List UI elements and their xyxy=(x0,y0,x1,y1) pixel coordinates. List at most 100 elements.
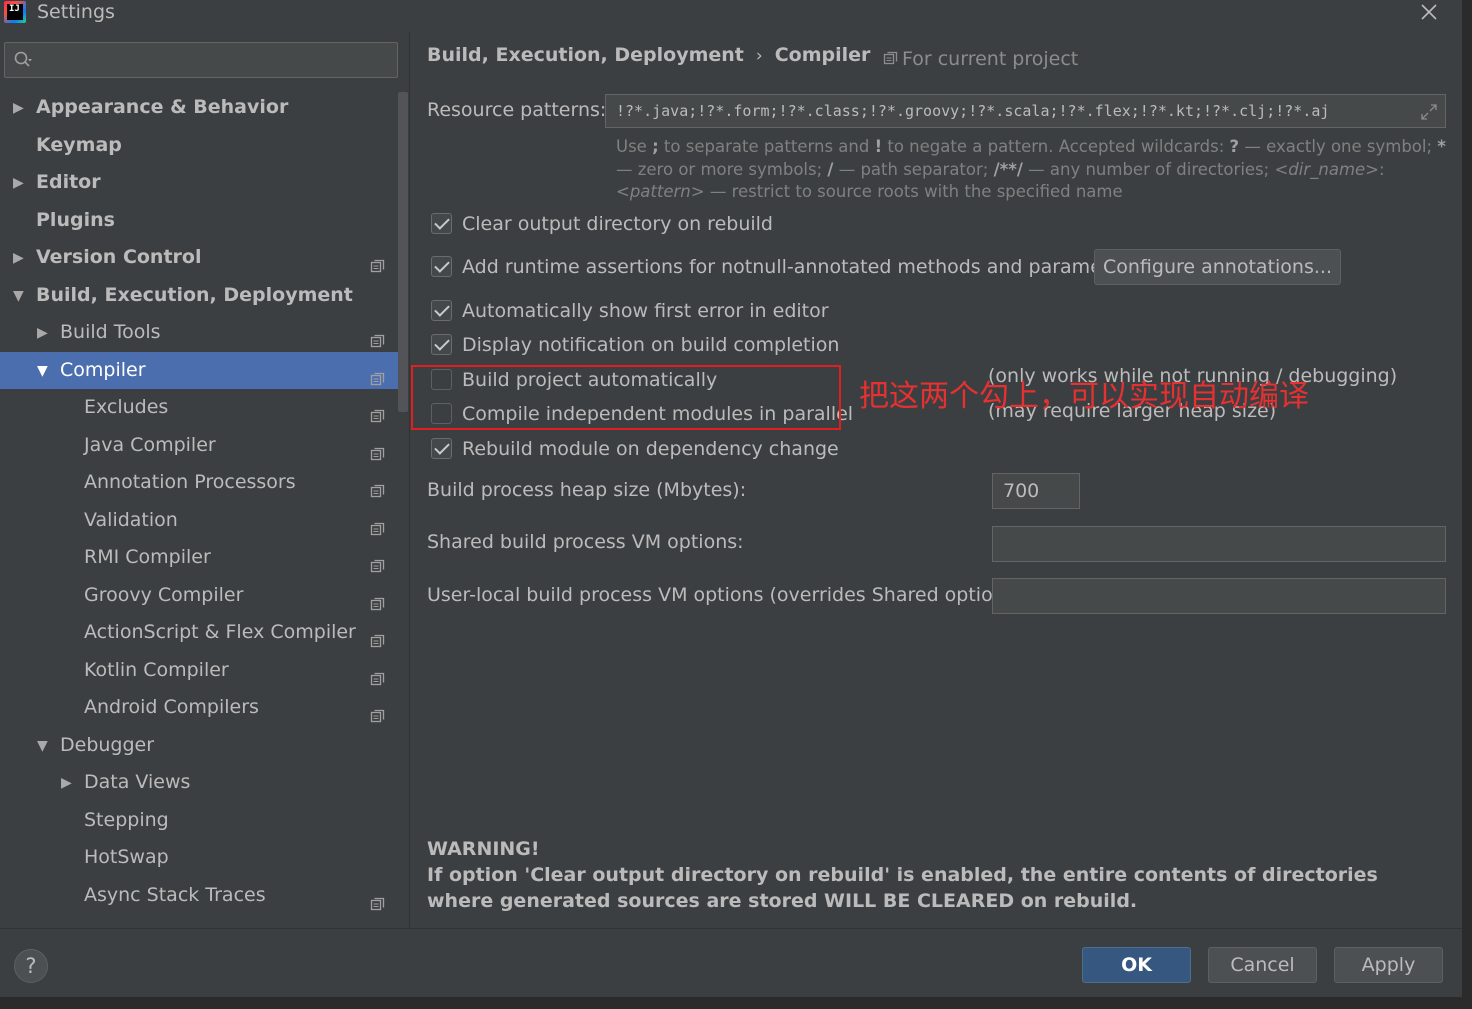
sidebar-item-label: Compiler xyxy=(60,358,146,381)
checkbox-label: Clear output directory on rebuild xyxy=(462,213,773,235)
sidebar-item-hotswap[interactable]: HotSwap xyxy=(0,839,398,877)
collapsed-arrow-icon[interactable]: ▶ xyxy=(37,326,51,340)
sidebar-item-build-execution-deployment[interactable]: ▼ Build, Execution, Deployment xyxy=(0,277,398,315)
cancel-button[interactable]: Cancel xyxy=(1208,947,1317,983)
breadcrumb-current: Compiler xyxy=(774,44,871,66)
intellij-logo-icon: IJ xyxy=(4,1,26,23)
sidebar-item-plugins[interactable]: Plugins xyxy=(0,202,398,240)
project-scope-icon xyxy=(370,438,385,460)
checkbox-label: Add runtime assertions for notnull-annot… xyxy=(462,256,1139,278)
sidebar-item-label: Debugger xyxy=(60,733,155,756)
sidebar-scrollbar[interactable] xyxy=(398,92,408,412)
resource-patterns-hint: Use ; to separate patterns and ! to nega… xyxy=(616,137,1446,201)
sidebar-item-label: Annotation Processors xyxy=(84,471,296,493)
expanded-arrow-icon[interactable]: ▼ xyxy=(37,739,51,753)
sidebar-item-label: Build Tools xyxy=(60,321,161,343)
sidebar-item-build-tools[interactable]: ▶ Build Tools xyxy=(0,314,398,352)
resource-patterns-label: Resource patterns: xyxy=(427,99,607,121)
collapsed-arrow-icon[interactable]: ▶ xyxy=(13,176,27,190)
sidebar-item-label: Editor xyxy=(36,171,101,193)
project-scope-icon xyxy=(370,888,385,910)
project-scope-icon xyxy=(370,700,385,723)
collapsed-arrow-icon[interactable]: ▶ xyxy=(13,101,27,115)
warning-title: WARNING! xyxy=(427,838,540,860)
project-scope-icon xyxy=(370,513,385,535)
help-button[interactable]: ? xyxy=(14,949,48,983)
sidebar-item-label: Version Control xyxy=(36,246,202,268)
sidebar-item-excludes[interactable]: Excludes xyxy=(0,389,398,427)
project-scope-icon xyxy=(370,250,385,273)
sidebar-item-label: Java Compiler xyxy=(84,433,216,456)
annotation-text: 把这两个勾上，可以实现自动编译 xyxy=(859,379,1309,414)
sidebar-item-async-stack-traces[interactable]: Async Stack Traces xyxy=(0,877,398,915)
sidebar-item-version-control[interactable]: ▶ Version Control xyxy=(0,239,398,277)
close-button[interactable] xyxy=(1416,0,1442,24)
sidebar-item-annotation-processors[interactable]: Annotation Processors xyxy=(0,464,398,502)
sidebar-item-editor[interactable]: ▶ Editor xyxy=(0,164,398,202)
sidebar-item-label: Validation xyxy=(84,508,178,531)
search-input[interactable] xyxy=(41,47,391,73)
annotation-highlight-box xyxy=(411,365,841,430)
collapsed-arrow-icon[interactable]: ▶ xyxy=(61,776,75,790)
settings-sidebar: ▶ Appearance & Behavior Keymap ▶ Editor Plugi… xyxy=(0,32,410,928)
sidebar-item-label: Stepping xyxy=(84,808,169,831)
dialog-footer: ? OK Cancel Apply xyxy=(0,928,1462,997)
title-bar: IJ Settings xyxy=(0,0,1462,26)
ok-button[interactable]: OK xyxy=(1082,947,1191,983)
sidebar-item-label: RMI Compiler xyxy=(84,546,211,568)
configure-annotations-button[interactable]: Configure annotations... xyxy=(1094,249,1341,285)
expanded-arrow-icon[interactable]: ▼ xyxy=(13,289,27,303)
sidebar-item-java-compiler[interactable]: Java Compiler xyxy=(0,427,398,465)
sidebar-item-actionscript-flex-compiler[interactable]: ActionScript & Flex Compiler xyxy=(0,614,398,652)
shared-vm-options-input[interactable] xyxy=(992,526,1446,562)
checkbox-label: Automatically show first error in editor xyxy=(462,300,829,322)
settings-dialog: IJ Settings ▶ Appearance & Behavior Keymap… xyxy=(0,0,1462,997)
heap-size-input[interactable]: 700 xyxy=(992,473,1080,509)
sidebar-item-debugger[interactable]: ▼ Debugger xyxy=(0,727,398,765)
sidebar-item-android-compilers[interactable]: Android Compilers xyxy=(0,689,398,727)
sidebar-item-appearance-behavior[interactable]: ▶ Appearance & Behavior xyxy=(0,89,398,127)
sidebar-item-label: Data Views xyxy=(84,771,191,793)
sidebar-item-label: Build, Execution, Deployment xyxy=(36,283,353,306)
apply-button[interactable]: Apply xyxy=(1334,947,1443,983)
sidebar-item-compiler[interactable]: ▼ Compiler xyxy=(0,351,398,389)
sidebar-item-validation[interactable]: Validation xyxy=(0,502,398,540)
sidebar-item-label: Groovy Compiler xyxy=(84,583,244,606)
breadcrumb: Build, Execution, Deployment › Compiler xyxy=(427,44,870,66)
project-scope-icon xyxy=(370,550,385,573)
user-vm-options-input[interactable] xyxy=(992,578,1446,614)
checkbox-checked-icon[interactable] xyxy=(431,300,452,321)
sidebar-item-keymap[interactable]: Keymap xyxy=(0,127,398,165)
breadcrumb-parent: Build, Execution, Deployment xyxy=(427,44,744,66)
checkbox-checked-icon[interactable] xyxy=(431,256,452,277)
search-icon xyxy=(14,51,32,67)
sidebar-item-label: Excludes xyxy=(84,396,169,418)
collapsed-arrow-icon[interactable]: ▶ xyxy=(13,251,27,265)
sidebar-item-label: Async Stack Traces xyxy=(84,883,266,906)
close-icon xyxy=(1421,4,1437,20)
sidebar-item-label: Appearance & Behavior xyxy=(36,96,289,118)
sidebar-item-label: Android Compilers xyxy=(84,696,259,718)
sidebar-item-groovy-compiler[interactable]: Groovy Compiler xyxy=(0,577,398,615)
settings-search[interactable] xyxy=(4,42,398,78)
expanded-arrow-icon[interactable]: ▼ xyxy=(37,364,51,378)
sidebar-item-stepping[interactable]: Stepping xyxy=(0,802,398,840)
sidebar-item-data-views[interactable]: ▶ Data Views xyxy=(0,764,398,802)
checkbox-checked-icon[interactable] xyxy=(431,334,452,355)
checkbox-checked-icon[interactable] xyxy=(431,213,452,234)
background-status-edge xyxy=(0,997,1472,1009)
expand-icon[interactable] xyxy=(1420,103,1438,121)
sidebar-item-kotlin-compiler[interactable]: Kotlin Compiler xyxy=(0,652,398,690)
checkbox-checked-icon[interactable] xyxy=(431,438,452,459)
breadcrumb-separator: › xyxy=(755,46,763,66)
window-title: Settings xyxy=(37,1,115,23)
for-current-project-text: For current project xyxy=(902,48,1079,70)
sidebar-item-rmi-compiler[interactable]: RMI Compiler xyxy=(0,539,398,577)
user-vm-options-label: User-local build process VM options (ove… xyxy=(427,584,1029,606)
resource-patterns-input[interactable]: !?*.java;!?*.form;!?*.class;!?*.groovy;!… xyxy=(605,94,1446,128)
project-scope-icon xyxy=(370,400,385,423)
project-scope-icon xyxy=(370,325,385,348)
compiler-settings-panel: Build, Execution, Deployment › Compiler Fo… xyxy=(411,32,1462,928)
sidebar-item-label: Kotlin Compiler xyxy=(84,658,229,681)
heap-size-label: Build process heap size (Mbytes): xyxy=(427,479,747,501)
